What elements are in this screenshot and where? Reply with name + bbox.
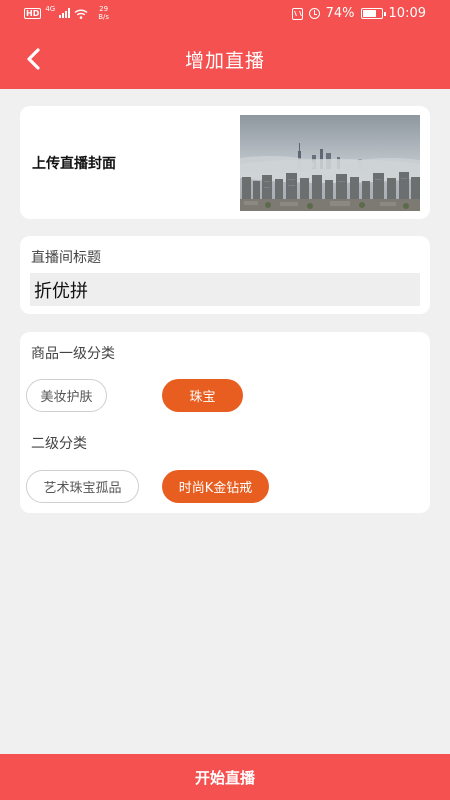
- city-skyline-image: [240, 115, 420, 211]
- start-live-button[interactable]: 开始直播: [0, 754, 450, 800]
- status-left: HD 4G 29 B/s: [24, 5, 109, 21]
- speed-unit: B/s: [98, 13, 110, 21]
- speed-value: 29: [99, 5, 109, 13]
- status-bar: HD 4G 29 B/s 74% 10:09: [0, 0, 450, 30]
- nfc-icon: [291, 7, 303, 20]
- live-title-input[interactable]: [30, 273, 420, 306]
- network-speed: 29 B/s: [98, 5, 109, 21]
- subcategory-chip-art-jewelry[interactable]: 艺术珠宝孤品: [26, 470, 139, 503]
- title-card: 直播间标题: [20, 236, 430, 314]
- title-field-label: 直播间标题: [31, 250, 101, 266]
- category-card: 商品一级分类 美妆护肤 珠宝 二级分类 艺术珠宝孤品 时尚K金钻戒: [20, 332, 430, 513]
- wifi-icon: [74, 8, 88, 19]
- battery-percent: 74%: [325, 6, 355, 21]
- category-level1-label: 商品一级分类: [31, 346, 115, 362]
- cover-upload-card[interactable]: 上传直播封面: [20, 106, 430, 219]
- status-right: 74% 10:09: [291, 6, 426, 21]
- category-level2-label: 二级分类: [31, 436, 87, 452]
- battery-icon: [360, 8, 386, 19]
- cover-image[interactable]: [240, 115, 420, 211]
- category-chip-jewelry[interactable]: 珠宝: [162, 379, 243, 412]
- hd-badge: HD: [24, 7, 42, 19]
- network-type: 4G: [45, 4, 56, 13]
- signal-icon: [59, 8, 71, 18]
- header-bar: HD 4G 29 B/s 74% 10:09 增加直播: [0, 0, 450, 89]
- app-screen: HD 4G 29 B/s 74% 10:09 增加直播 上传直播封面 直播间标题…: [0, 0, 450, 800]
- category-chip-beauty[interactable]: 美妆护肤: [26, 379, 107, 412]
- alarm-icon: [308, 8, 320, 19]
- clock: 10:09: [388, 6, 426, 21]
- subcategory-chip-gold-ring[interactable]: 时尚K金钻戒: [162, 470, 269, 503]
- page-title: 增加直播: [184, 50, 265, 72]
- battery-fill: [362, 10, 376, 17]
- cover-upload-label: 上传直播封面: [32, 156, 116, 172]
